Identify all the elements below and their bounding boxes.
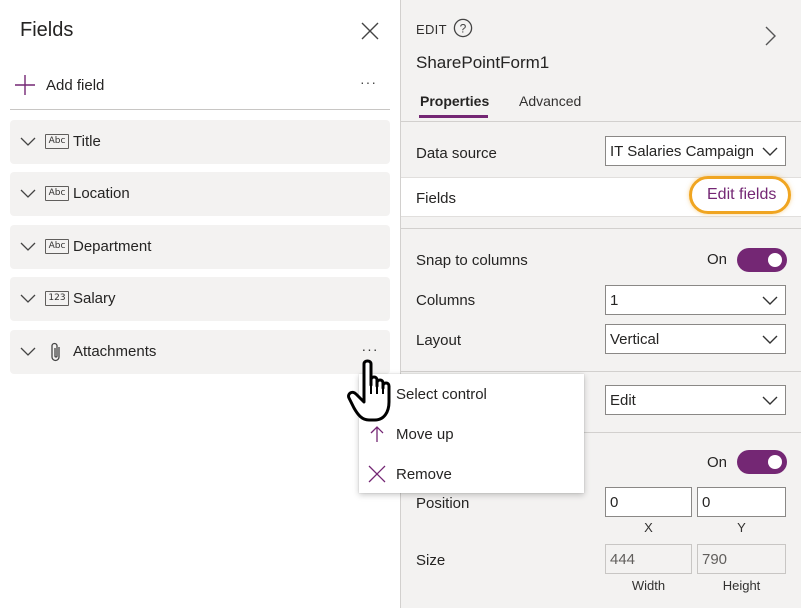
mode-tag: EDIT: [416, 22, 447, 37]
toggle-knob: [768, 455, 782, 469]
fields-label: Fields: [416, 190, 457, 207]
default-mode-value: Edit: [610, 392, 636, 409]
hand-cursor-icon: [347, 359, 391, 422]
text-field-icon: Abc: [45, 239, 69, 254]
close-icon: [361, 22, 379, 40]
width-label: Width: [631, 578, 666, 593]
x-label: X: [644, 520, 653, 535]
position-x-input[interactable]: 0: [605, 487, 692, 517]
divider: [10, 109, 390, 110]
chevron-down-icon: [762, 147, 778, 156]
position-y-value: 0: [702, 494, 711, 511]
field-name: Location: [73, 185, 130, 202]
visible-toggle-state: On: [707, 454, 728, 471]
field-name: Attachments: [73, 343, 157, 360]
chevron-down-icon[interactable]: [20, 135, 36, 149]
svg-text:?: ?: [460, 22, 467, 36]
text-field-icon: Abc: [45, 186, 69, 201]
height-input[interactable]: 790: [697, 544, 786, 574]
field-name: Salary: [73, 290, 116, 307]
field-row-department[interactable]: Abc Department: [10, 225, 390, 269]
layout-value: Vertical: [610, 331, 660, 348]
divider: [401, 371, 801, 372]
divider: [401, 228, 801, 229]
fields-pane: Fields Add field ··· Abc Title Abc Locat…: [0, 0, 400, 608]
active-tab-indicator: [419, 115, 488, 118]
arrow-up-icon: [370, 426, 384, 442]
toggle-knob: [768, 253, 782, 267]
field-row-location[interactable]: Abc Location: [10, 172, 390, 216]
properties-pane: EDIT ? SharePointForm1 Properties Advanc…: [400, 0, 801, 608]
text-field-icon: Abc: [45, 134, 69, 149]
field-row-title[interactable]: Abc Title: [10, 120, 390, 164]
height-value: 790: [702, 551, 728, 568]
menu-item-label: Move up: [396, 426, 454, 443]
chevron-down-icon: [762, 396, 778, 405]
close-pane-button[interactable]: [359, 20, 381, 42]
edit-fields-link[interactable]: Edit fields: [689, 176, 791, 214]
add-field-button[interactable]: Add field: [14, 72, 104, 98]
chevron-right-icon[interactable]: [763, 25, 777, 47]
tab-properties[interactable]: Properties: [420, 93, 489, 109]
field-row-attachments[interactable]: Attachments ···: [10, 330, 390, 374]
chevron-down-icon: [762, 335, 778, 344]
visible-toggle[interactable]: [737, 450, 787, 474]
columns-value: 1: [610, 292, 619, 309]
paperclip-icon: [51, 342, 60, 362]
add-field-label: Add field: [46, 76, 105, 94]
default-mode-dropdown[interactable]: Edit: [605, 385, 786, 415]
size-label: Size: [416, 552, 446, 569]
layout-dropdown[interactable]: Vertical: [605, 324, 786, 354]
divider: [401, 121, 801, 122]
data-source-value: IT Salaries Campaign: [610, 143, 754, 160]
more-options-button[interactable]: ···: [360, 74, 377, 90]
help-icon[interactable]: ?: [453, 18, 473, 38]
y-label: Y: [737, 520, 746, 535]
position-x-value: 0: [610, 494, 619, 511]
close-icon: [368, 465, 386, 483]
chevron-down-icon[interactable]: [20, 345, 36, 359]
field-row-salary[interactable]: 123 Salary: [10, 277, 390, 321]
field-name: Department: [73, 238, 152, 255]
menu-item-remove[interactable]: Remove: [359, 455, 584, 493]
chevron-down-icon[interactable]: [20, 292, 36, 306]
snap-to-columns-label: Snap to columns: [416, 252, 528, 269]
chevron-down-icon[interactable]: [20, 187, 36, 201]
position-y-input[interactable]: 0: [697, 487, 786, 517]
form-name: SharePointForm1: [416, 53, 550, 72]
width-input[interactable]: 444: [605, 544, 692, 574]
snap-to-columns-toggle[interactable]: [737, 248, 787, 272]
plus-icon: [15, 75, 35, 95]
columns-label: Columns: [416, 292, 476, 309]
number-field-icon: 123: [45, 291, 69, 306]
data-source-dropdown[interactable]: IT Salaries Campaign: [605, 136, 786, 166]
field-name: Title: [73, 133, 101, 150]
position-label: Position: [416, 495, 470, 512]
height-label: Height: [722, 578, 761, 593]
chevron-down-icon[interactable]: [20, 240, 36, 254]
layout-label: Layout: [416, 332, 462, 349]
chevron-down-icon: [762, 296, 778, 305]
menu-item-label: Remove: [396, 466, 452, 483]
properties-header: EDIT ? SharePointForm1 Properties Advanc…: [401, 0, 801, 122]
edit-fields-label: Edit fields: [707, 186, 777, 203]
columns-dropdown[interactable]: 1: [605, 285, 786, 315]
fields-pane-title: Fields: [20, 19, 74, 41]
data-source-label: Data source: [416, 145, 497, 162]
tab-advanced[interactable]: Advanced: [519, 93, 581, 109]
width-value: 444: [610, 551, 636, 568]
menu-item-label: Select control: [396, 386, 487, 403]
snap-toggle-state: On: [707, 251, 728, 268]
